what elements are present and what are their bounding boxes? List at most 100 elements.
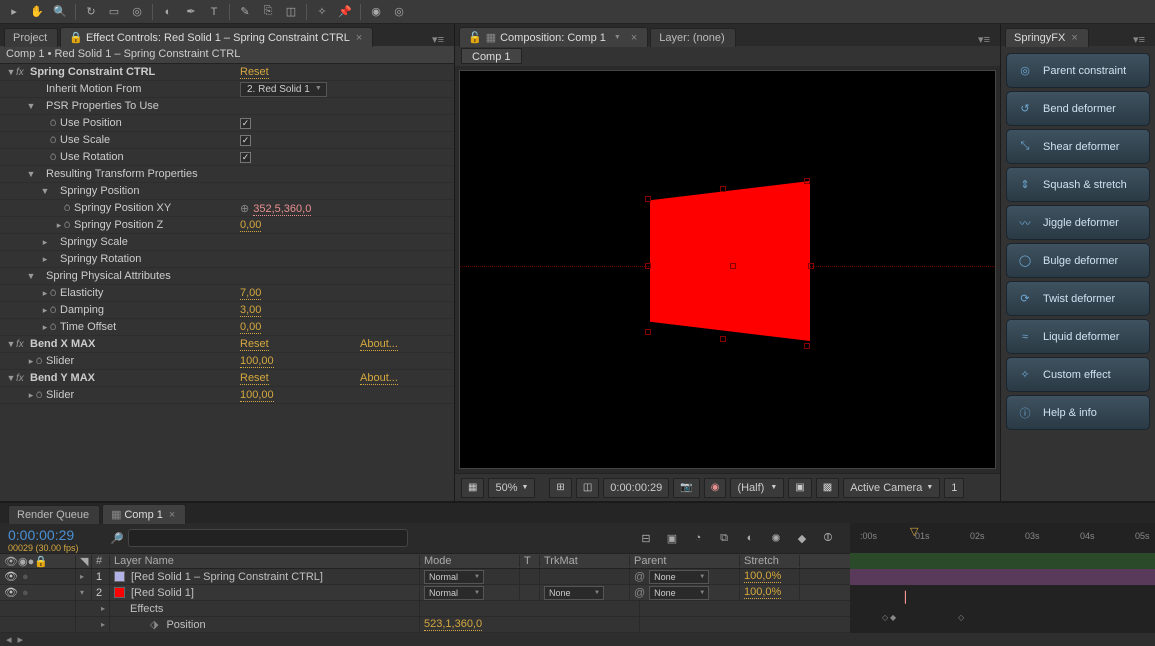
clone-tool-icon[interactable]: ⎘ <box>258 3 278 21</box>
position-picker-icon[interactable]: ⊕ <box>240 203 249 215</box>
stopwatch-icon[interactable]: Ö <box>36 391 46 400</box>
hand-tool-icon[interactable]: ✋ <box>27 3 47 21</box>
stopwatch-icon[interactable]: Ö <box>50 153 60 162</box>
layer-tab[interactable]: Layer: (none) <box>650 28 735 47</box>
prev-key-icon[interactable]: ◂ <box>6 633 12 646</box>
property-row[interactable]: ▸ ⬗Position 523,1,360,0 <box>0 617 850 633</box>
effect-property-row[interactable]: ▸Springy Scale <box>0 234 454 251</box>
twirl-icon[interactable]: ▾ <box>80 588 84 597</box>
timecode-display[interactable]: 0:00:00:29 <box>603 478 669 498</box>
timeline-comp-tab[interactable]: ▦ Comp 1× <box>102 504 186 524</box>
pen-tool-icon[interactable]: ✒ <box>181 3 201 21</box>
effect-property-row[interactable]: ▸ÖTime Offset0,00 <box>0 319 454 336</box>
pin-tool-icon[interactable]: 📌 <box>335 3 355 21</box>
panel-menu-icon[interactable]: ▾≡ <box>972 33 996 46</box>
effect-property-row[interactable]: Inherit Motion From2. Red Solid 1 <box>0 81 454 98</box>
property-value[interactable]: 0,00 <box>240 219 261 232</box>
checkbox[interactable]: ✓ <box>240 152 251 163</box>
springy-custom-effect-button[interactable]: ✧Custom effect <box>1006 357 1150 392</box>
pointer-tool-icon[interactable]: ▸ <box>4 3 24 21</box>
reset-link[interactable]: Reset <box>240 66 269 79</box>
channel-icon[interactable]: ◉ <box>704 478 727 498</box>
next-key-icon[interactable]: ▸ <box>18 633 24 646</box>
about-link[interactable]: About... <box>360 338 398 351</box>
springy-liquid-deformer-button[interactable]: ≈Liquid deformer <box>1006 319 1150 354</box>
layer-row[interactable]: 👁● ▸ 1 [Red Solid 1 – Spring Constraint … <box>0 569 850 585</box>
property-value[interactable]: 3,00 <box>240 304 261 317</box>
stretch-value[interactable]: 100,0% <box>744 570 781 583</box>
comp-mini-flowchart-icon[interactable]: ⊟ <box>636 529 656 547</box>
property-value[interactable]: 352,5,360,0 <box>253 203 311 216</box>
stretch-value[interactable]: 100,0% <box>744 586 781 599</box>
red-solid-shape[interactable] <box>650 181 810 341</box>
close-icon[interactable]: × <box>169 509 175 521</box>
timeline-search-input[interactable] <box>128 529 408 547</box>
safe-zones-icon[interactable]: ⊞ <box>549 478 571 498</box>
twirl-icon[interactable]: ▸ <box>101 620 105 629</box>
effect-property-row[interactable]: ▸ÖSpringy Position Z0,00 <box>0 217 454 234</box>
property-value[interactable]: 523,1,360,0 <box>424 618 482 631</box>
stopwatch-icon[interactable]: Ö <box>64 204 74 213</box>
anchor-tool-icon[interactable]: ◉ <box>366 3 386 21</box>
keyframe-icon[interactable]: ◇ <box>958 613 964 622</box>
frame-blend-icon[interactable]: ⧉ <box>714 529 734 547</box>
graph-editor-icon[interactable]: ⦷ <box>818 529 838 547</box>
shy-icon[interactable]: ◔ <box>688 529 708 547</box>
checkbox[interactable]: ✓ <box>240 118 251 129</box>
layer-row[interactable]: 👁● ▾ 2 [Red Solid 1] Normal None @None 1… <box>0 585 850 601</box>
effect-header[interactable]: ▼fx Spring Constraint CTRLReset <box>0 64 454 81</box>
region-icon[interactable]: ▣ <box>788 478 811 498</box>
brainstorm-icon[interactable]: ✺ <box>766 529 786 547</box>
reset-link[interactable]: Reset <box>240 372 269 385</box>
effect-controls-tab[interactable]: 🔒Effect Controls: Red Solid 1 – Spring C… <box>60 27 373 47</box>
timecode-area[interactable]: 0:00:00:29 00029 (30.00 fps) <box>0 523 110 553</box>
effect-header[interactable]: ▼fx Bend Y MAXResetAbout... <box>0 370 454 387</box>
brush-tool-icon[interactable]: ✎ <box>235 3 255 21</box>
effect-property-row[interactable]: ▸ÖSlider100,00 <box>0 353 454 370</box>
effect-property-row[interactable]: ▼Resulting Transform Properties <box>0 166 454 183</box>
springy-bulge-deformer-button[interactable]: ◯Bulge deformer <box>1006 243 1150 278</box>
stopwatch-icon[interactable]: Ö <box>36 357 46 366</box>
motion-blur-icon[interactable]: ◐ <box>740 529 760 547</box>
blend-mode-dropdown[interactable]: Normal <box>424 586 484 600</box>
project-tab[interactable]: Project <box>4 28 58 47</box>
layer-dropdown[interactable]: 2. Red Solid 1 <box>240 82 327 97</box>
eye-icon[interactable]: 👁 <box>4 570 18 583</box>
layer-bars-area[interactable]: ▏ ◇ ◆ ◇ <box>850 553 1155 633</box>
stopwatch-icon[interactable]: Ö <box>50 289 60 298</box>
solo-icon[interactable]: ● <box>22 571 29 583</box>
effect-property-row[interactable]: ▸Springy Rotation <box>0 251 454 268</box>
checkbox[interactable]: ✓ <box>240 135 251 146</box>
panel-menu-icon[interactable]: ▾≡ <box>426 33 450 46</box>
stopwatch-icon[interactable]: Ö <box>50 306 60 315</box>
effect-property-row[interactable]: ▸ÖSlider100,00 <box>0 387 454 404</box>
effect-property-row[interactable]: ▼PSR Properties To Use <box>0 98 454 115</box>
stopwatch-icon[interactable]: Ö <box>64 221 74 230</box>
effect-property-row[interactable]: ÖUse Rotation✓ <box>0 149 454 166</box>
keyframe-icon[interactable]: ◆ <box>890 613 896 622</box>
springy-help-info-button[interactable]: ⓘHelp & info <box>1006 395 1150 430</box>
trkmat-dropdown[interactable]: None <box>544 586 604 600</box>
layer-name[interactable]: [Red Solid 1] <box>131 587 194 599</box>
extra-tool-icon[interactable]: ◎ <box>389 3 409 21</box>
stopwatch-icon[interactable]: Ö <box>50 119 60 128</box>
transparency-grid-icon[interactable]: ▩ <box>816 478 839 498</box>
mask-toggle-icon[interactable]: ◫ <box>576 478 599 498</box>
time-ruler[interactable]: ▽ :00s01s02s03s04s05s <box>850 523 1155 553</box>
eraser-tool-icon[interactable]: ◫ <box>281 3 301 21</box>
camera-tool-icon[interactable]: ▭ <box>104 3 124 21</box>
parent-dropdown[interactable]: None <box>649 586 709 600</box>
close-icon[interactable]: × <box>356 32 362 44</box>
comp-subtab[interactable]: Comp 1 <box>461 48 522 64</box>
dolly-tool-icon[interactable]: ◎ <box>127 3 147 21</box>
close-icon[interactable]: × <box>631 32 637 44</box>
effect-property-row[interactable]: ▼Springy Position <box>0 183 454 200</box>
blend-mode-dropdown[interactable]: Normal <box>424 570 484 584</box>
effect-header[interactable]: ▼fx Bend X MAXResetAbout... <box>0 336 454 353</box>
springy-squash-stretch-button[interactable]: ⇕Squash & stretch <box>1006 167 1150 202</box>
effect-property-row[interactable]: ÖSpringy Position XY⊕352,5,360,0 <box>0 200 454 217</box>
color-swatch[interactable] <box>114 587 125 598</box>
puppet-tool-icon[interactable]: ✧ <box>312 3 332 21</box>
effect-property-row[interactable]: ▼Spring Physical Attributes <box>0 268 454 285</box>
grid-toggle[interactable]: ▦ <box>461 478 484 498</box>
